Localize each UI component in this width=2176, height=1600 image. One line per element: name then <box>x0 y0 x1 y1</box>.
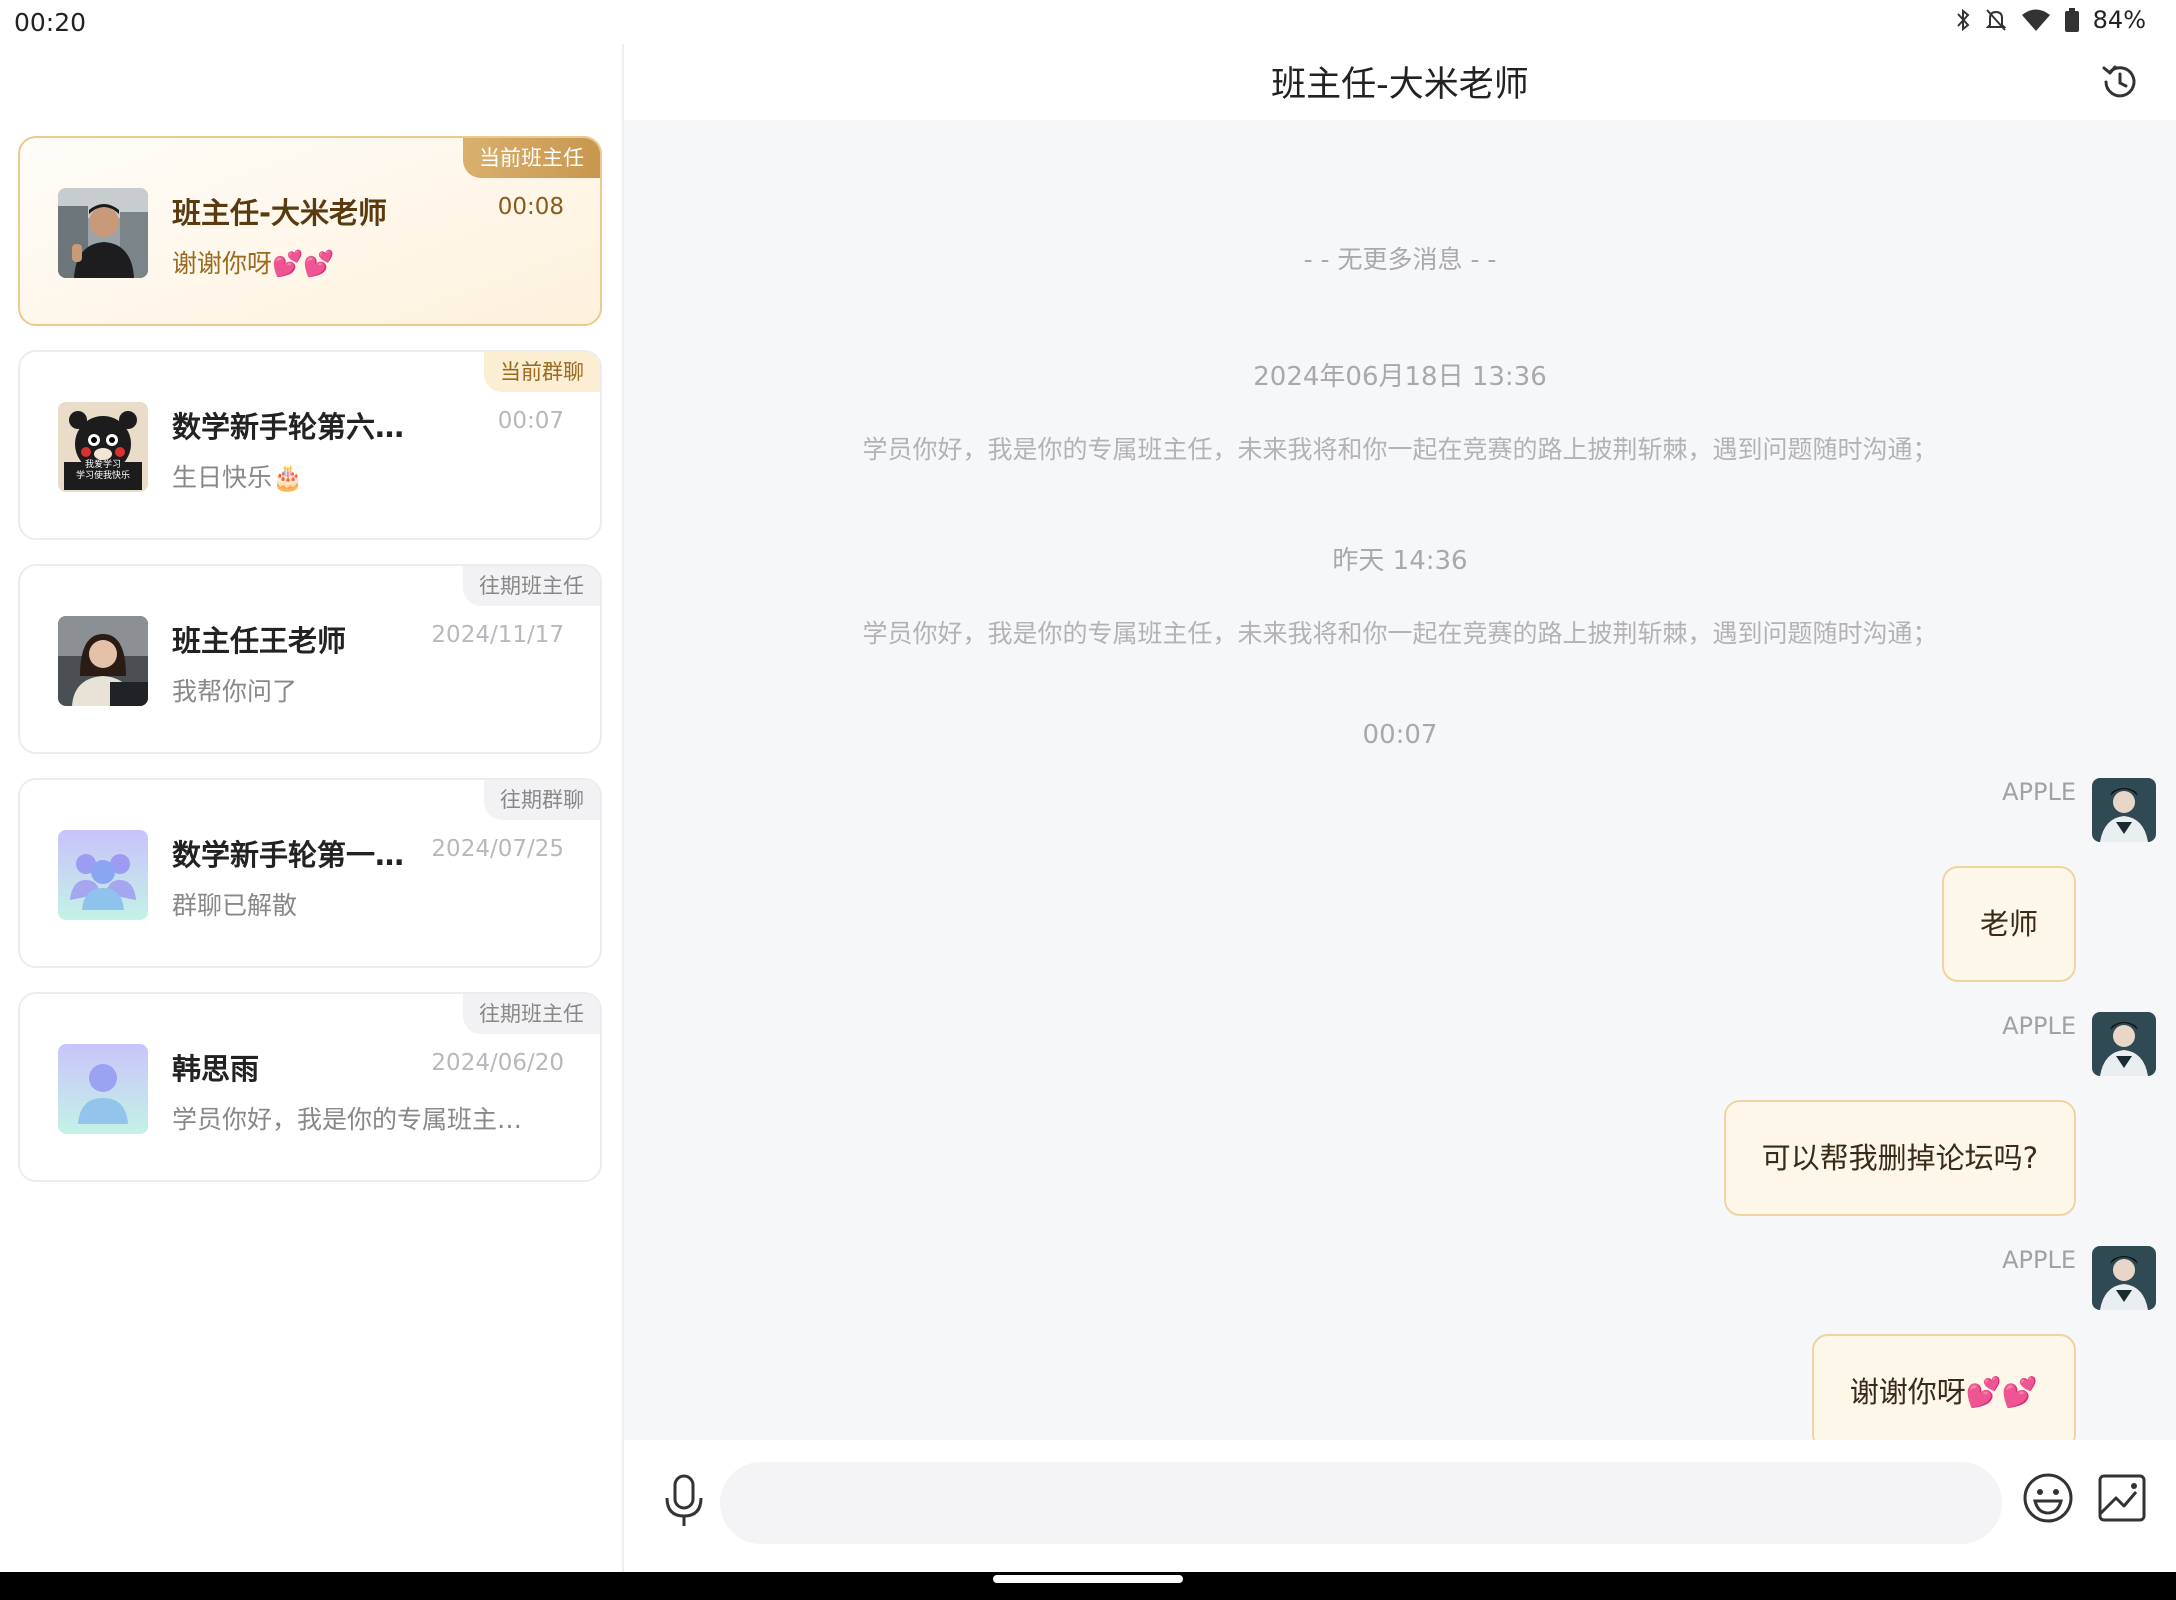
status-bar: 00:20 84% <box>0 0 2176 44</box>
timestamp: 昨天 14:36 <box>1332 546 1468 576</box>
conversation-tag: 往期班主任 <box>463 566 600 606</box>
history-button[interactable] <box>2098 60 2142 104</box>
chat-header: 班主任-大米老师 <box>624 44 2176 120</box>
conversation-item[interactable]: 当前群聊 我爱学习 学习使我快乐 数学新手轮第六阶段2 00:07 生日快乐🎂 <box>18 350 602 540</box>
conversation-tag: 往期班主任 <box>463 994 600 1034</box>
conversation-preview: 学员你好，我是你的专属班主… <box>172 1105 523 1134</box>
avatar <box>58 188 148 278</box>
conversation-tag: 当前群聊 <box>484 352 600 392</box>
conversation-name: 数学新手轮第六阶段2 <box>172 410 422 444</box>
sender-name: APPLE <box>2002 778 2076 806</box>
emoji-button[interactable] <box>2020 1470 2076 1526</box>
voice-button[interactable] <box>654 1470 714 1530</box>
conversation-item[interactable]: 往期班主任 班主任王老师 2024/11/17 我帮你问了 <box>18 564 602 754</box>
emoji-icon <box>2023 1473 2073 1523</box>
avatar-caption: 我爱学习 学习使我快乐 <box>75 460 130 481</box>
conversation-preview: 我帮你问了 <box>172 677 298 706</box>
message-bubble[interactable]: 谢谢你呀💕💕 <box>1811 1334 2076 1450</box>
timestamp: 00:07 <box>1362 720 1438 750</box>
conversation-item[interactable]: 当前班主任 班主任-大米老师 00:08 谢谢你呀💕💕 <box>18 136 602 326</box>
message-list[interactable]: - - 无更多消息 - - 2024年06月18日 13:36 学员你好，我是你… <box>624 120 2176 1450</box>
conversation-tag: 当前班主任 <box>463 138 600 178</box>
image-button[interactable] <box>2094 1470 2150 1526</box>
conversation-tag: 往期群聊 <box>484 780 600 820</box>
conversation-time: 2024/07/25 <box>431 836 564 862</box>
status-time: 00:20 <box>14 8 87 37</box>
image-icon <box>2098 1474 2146 1522</box>
conversation-preview: 生日快乐🎂 <box>172 463 304 492</box>
chat-panel: 班主任-大米老师 - - 无更多消息 - - 2024年06月18日 13:36… <box>624 44 2176 1572</box>
conversation-item[interactable]: 往期班主任 韩思雨 2024/06/20 学员你好，我是你的专属班主… <box>18 992 602 1182</box>
avatar[interactable] <box>2092 1012 2156 1076</box>
status-icons: 84% <box>1955 6 2146 34</box>
sender-name: APPLE <box>2002 1246 2076 1274</box>
no-more-messages: - - 无更多消息 - - <box>1303 245 1497 274</box>
message-bubble[interactable]: 老师 <box>1941 866 2076 982</box>
wifi-icon <box>2021 8 2051 32</box>
mute-bell-icon <box>1985 8 2007 32</box>
conversation-preview: 谢谢你呀💕💕 <box>172 249 335 278</box>
timestamp: 2024年06月18日 13:36 <box>1253 362 1547 392</box>
conversation-list: 当前班主任 班主任-大米老师 00:08 谢谢你呀💕💕 当前群聊 我爱学习 学习… <box>0 44 624 1572</box>
group-default-icon <box>58 830 148 920</box>
conversation-name: 班主任-大米老师 <box>172 196 388 230</box>
conversation-time: 00:07 <box>497 408 564 434</box>
system-message: 学员你好，我是你的专属班主任，未来我将和你一起在竞赛的路上披荆斩棘，遇到问题随时… <box>862 619 1938 648</box>
conversation-name: 班主任王老师 <box>172 624 347 658</box>
history-icon <box>2102 65 2136 98</box>
avatar <box>58 616 148 706</box>
avatar[interactable] <box>2092 778 2156 842</box>
input-bar <box>624 1440 2176 1572</box>
battery-icon <box>2064 8 2079 32</box>
user-default-icon <box>58 1044 148 1134</box>
conversation-name: 韩思雨 <box>172 1052 260 1086</box>
avatar: 我爱学习 学习使我快乐 <box>58 402 148 492</box>
microphone-icon <box>665 1474 703 1526</box>
bluetooth-icon <box>1955 8 1971 32</box>
avatar[interactable] <box>2092 1246 2156 1310</box>
home-handle[interactable] <box>993 1575 1183 1583</box>
navigation-bar <box>0 1572 2176 1600</box>
conversation-time: 2024/06/20 <box>431 1050 564 1076</box>
message-bubble[interactable]: 可以帮我删掉论坛吗? <box>1723 1100 2076 1216</box>
sender-name: APPLE <box>2002 1012 2076 1040</box>
conversation-preview: 群聊已解散 <box>172 891 298 920</box>
system-message: 学员你好，我是你的专属班主任，未来我将和你一起在竞赛的路上披荆斩棘，遇到问题随时… <box>862 435 1938 464</box>
conversation-item[interactable]: 往期群聊 数学新手轮第一阶… 2024/07/25 群聊已解散 <box>18 778 602 968</box>
conversation-time: 00:08 <box>497 194 564 220</box>
conversation-name: 数学新手轮第一阶… <box>172 838 422 872</box>
chat-title: 班主任-大米老师 <box>1271 65 1529 105</box>
conversation-time: 2024/11/17 <box>431 622 564 648</box>
battery-level: 84% <box>2092 6 2146 34</box>
message-input[interactable] <box>720 1462 2002 1544</box>
